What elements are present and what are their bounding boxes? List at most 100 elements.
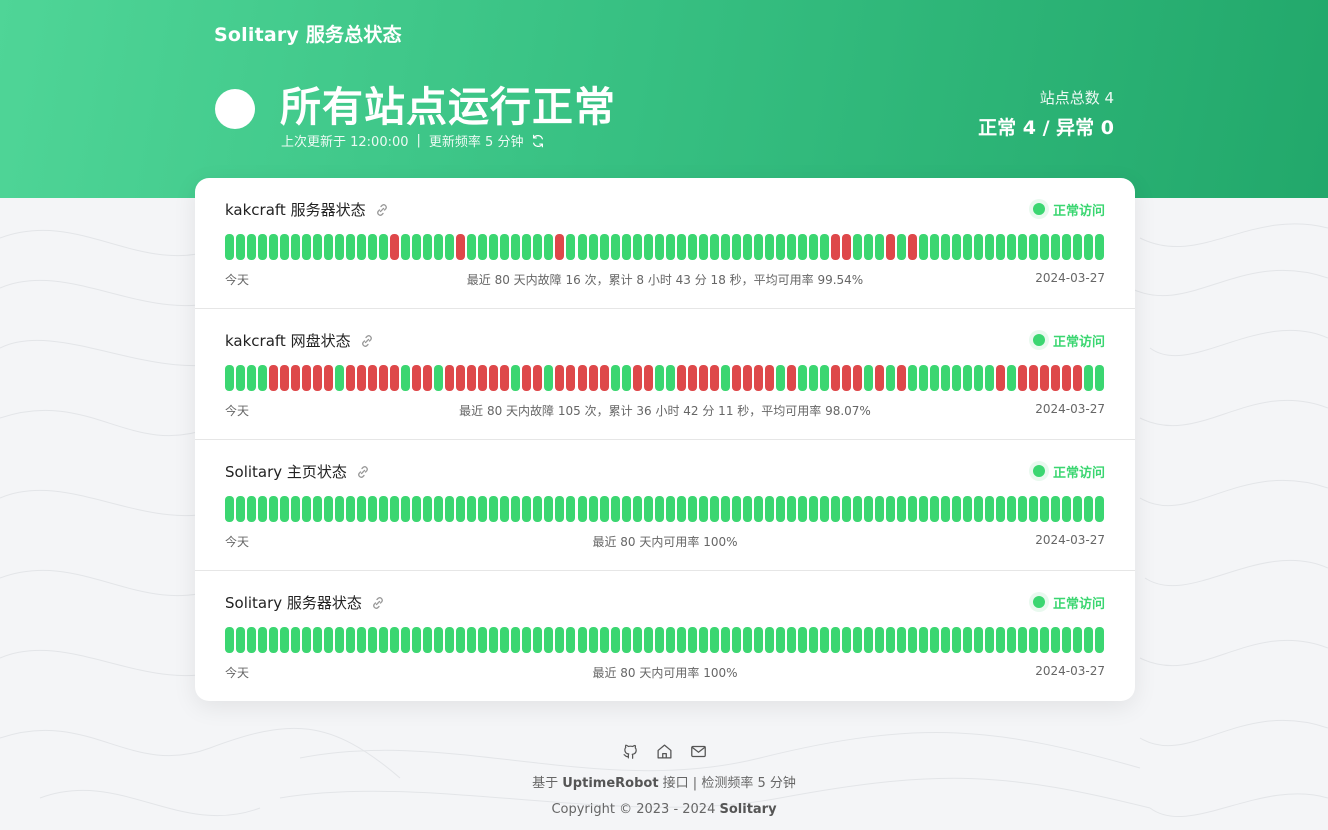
uptime-bar-up[interactable] bbox=[511, 496, 521, 522]
uptime-bar-up[interactable] bbox=[720, 627, 730, 653]
uptime-bar-up[interactable] bbox=[236, 627, 246, 653]
uptime-bar-up[interactable] bbox=[555, 496, 565, 522]
uptime-bar-down[interactable] bbox=[996, 365, 1006, 391]
uptime-bar-up[interactable] bbox=[1095, 234, 1105, 260]
uptime-bar-up[interactable] bbox=[819, 365, 829, 391]
uptime-bar-up[interactable] bbox=[544, 627, 554, 653]
uptime-bar-up[interactable] bbox=[313, 496, 323, 522]
uptime-bar-up[interactable] bbox=[896, 234, 906, 260]
uptime-bar-down[interactable] bbox=[786, 365, 796, 391]
uptime-bar-up[interactable] bbox=[456, 627, 466, 653]
uptime-bar-up[interactable] bbox=[401, 496, 411, 522]
uptime-bar-up[interactable] bbox=[907, 496, 917, 522]
uptime-bar-up[interactable] bbox=[368, 234, 378, 260]
uptime-bar-up[interactable] bbox=[379, 496, 389, 522]
uptime-bar-down[interactable] bbox=[522, 365, 532, 391]
uptime-bar-up[interactable] bbox=[797, 627, 807, 653]
uptime-bar-up[interactable] bbox=[533, 234, 543, 260]
uptime-bar-up[interactable] bbox=[313, 234, 323, 260]
uptime-bar-up[interactable] bbox=[731, 496, 741, 522]
uptime-bar-up[interactable] bbox=[1084, 365, 1094, 391]
uptime-bar-up[interactable] bbox=[566, 496, 576, 522]
uptime-bar-up[interactable] bbox=[643, 234, 653, 260]
uptime-bar-up[interactable] bbox=[918, 496, 928, 522]
uptime-bar-up[interactable] bbox=[379, 627, 389, 653]
uptime-bar-up[interactable] bbox=[390, 627, 400, 653]
uptime-bar-down[interactable] bbox=[489, 365, 499, 391]
uptime-bar-down[interactable] bbox=[555, 234, 565, 260]
uptime-bar-up[interactable] bbox=[918, 365, 928, 391]
uptime-bar-up[interactable] bbox=[720, 234, 730, 260]
uptime-bar-up[interactable] bbox=[445, 496, 455, 522]
uptime-bar-up[interactable] bbox=[412, 496, 422, 522]
uptime-bar-down[interactable] bbox=[478, 365, 488, 391]
uptime-bar-up[interactable] bbox=[522, 627, 532, 653]
uptime-bar-up[interactable] bbox=[445, 627, 455, 653]
uptime-bar-up[interactable] bbox=[588, 627, 598, 653]
uptime-bar-up[interactable] bbox=[808, 234, 818, 260]
uptime-bar-up[interactable] bbox=[610, 365, 620, 391]
uptime-bar-up[interactable] bbox=[335, 496, 345, 522]
uptime-bar-up[interactable] bbox=[610, 627, 620, 653]
uptime-bar-up[interactable] bbox=[941, 234, 951, 260]
uptime-bar-up[interactable] bbox=[401, 234, 411, 260]
uptime-bar-up[interactable] bbox=[599, 496, 609, 522]
uptime-bar-up[interactable] bbox=[258, 365, 268, 391]
uptime-bar-up[interactable] bbox=[401, 627, 411, 653]
uptime-bar-up[interactable] bbox=[830, 627, 840, 653]
uptime-bar-up[interactable] bbox=[941, 627, 951, 653]
uptime-bar-down[interactable] bbox=[390, 234, 400, 260]
uptime-bar-up[interactable] bbox=[797, 365, 807, 391]
uptime-bar-down[interactable] bbox=[1051, 365, 1061, 391]
uptime-bar-down[interactable] bbox=[456, 365, 466, 391]
uptime-bar-down[interactable] bbox=[731, 365, 741, 391]
uptime-bar-up[interactable] bbox=[841, 496, 851, 522]
uptime-bar-down[interactable] bbox=[313, 365, 323, 391]
uptime-bar-up[interactable] bbox=[1007, 365, 1017, 391]
uptime-bar-down[interactable] bbox=[1029, 365, 1039, 391]
uptime-bar-up[interactable] bbox=[588, 496, 598, 522]
uptime-bar-down[interactable] bbox=[753, 365, 763, 391]
uptime-bar-up[interactable] bbox=[258, 496, 268, 522]
uptime-bar-up[interactable] bbox=[456, 496, 466, 522]
uptime-bar-up[interactable] bbox=[797, 234, 807, 260]
uptime-bar-up[interactable] bbox=[577, 496, 587, 522]
uptime-bar-up[interactable] bbox=[907, 627, 917, 653]
uptime-bar-up[interactable] bbox=[698, 627, 708, 653]
uptime-bar-up[interactable] bbox=[1051, 496, 1061, 522]
uptime-bar-up[interactable] bbox=[269, 496, 279, 522]
uptime-bar-up[interactable] bbox=[764, 234, 774, 260]
uptime-bar-up[interactable] bbox=[698, 496, 708, 522]
uptime-bar-up[interactable] bbox=[742, 496, 752, 522]
uptime-bar-up[interactable] bbox=[247, 496, 257, 522]
uptime-bar-up[interactable] bbox=[313, 627, 323, 653]
uptime-bar-up[interactable] bbox=[952, 365, 962, 391]
uptime-bar-up[interactable] bbox=[291, 627, 301, 653]
uptime-bar-up[interactable] bbox=[423, 496, 433, 522]
uptime-bar-up[interactable] bbox=[544, 496, 554, 522]
uptime-bar-up[interactable] bbox=[302, 627, 312, 653]
uptime-bar-down[interactable] bbox=[500, 365, 510, 391]
uptime-bar-up[interactable] bbox=[808, 365, 818, 391]
uptime-bar-up[interactable] bbox=[533, 496, 543, 522]
uptime-bar-up[interactable] bbox=[621, 234, 631, 260]
uptime-bar-up[interactable] bbox=[555, 627, 565, 653]
uptime-bar-up[interactable] bbox=[1040, 234, 1050, 260]
uptime-bar-up[interactable] bbox=[775, 496, 785, 522]
uptime-bar-up[interactable] bbox=[764, 496, 774, 522]
uptime-bar-up[interactable] bbox=[258, 627, 268, 653]
uptime-bar-up[interactable] bbox=[357, 496, 367, 522]
uptime-bar-up[interactable] bbox=[1051, 627, 1061, 653]
uptime-bar-up[interactable] bbox=[885, 496, 895, 522]
uptime-bar-down[interactable] bbox=[368, 365, 378, 391]
uptime-bar-up[interactable] bbox=[269, 234, 279, 260]
uptime-bar-up[interactable] bbox=[753, 234, 763, 260]
uptime-bar-down[interactable] bbox=[852, 365, 862, 391]
uptime-bar-up[interactable] bbox=[1051, 234, 1061, 260]
uptime-bar-up[interactable] bbox=[885, 365, 895, 391]
uptime-bar-up[interactable] bbox=[941, 496, 951, 522]
uptime-bar-up[interactable] bbox=[1062, 234, 1072, 260]
uptime-bar-up[interactable] bbox=[963, 234, 973, 260]
uptime-bar-down[interactable] bbox=[423, 365, 433, 391]
uptime-bar-up[interactable] bbox=[863, 627, 873, 653]
